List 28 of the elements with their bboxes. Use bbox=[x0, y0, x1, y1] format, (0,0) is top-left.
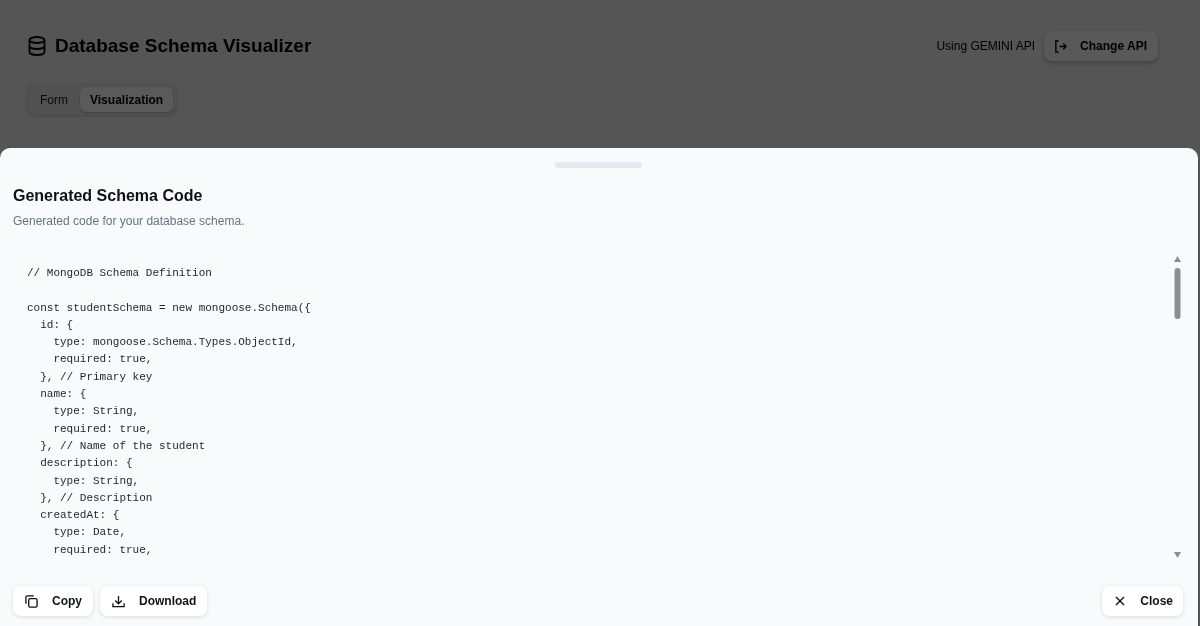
copy-button[interactable]: Copy bbox=[13, 586, 93, 616]
download-icon bbox=[112, 594, 125, 608]
code-line: const studentSchema = new mongoose.Schema({ bbox=[27, 300, 311, 316]
app-title: Database Schema Visualizer bbox=[55, 34, 312, 58]
code-line: required: true, bbox=[52, 421, 153, 437]
code-line: type: String, bbox=[52, 473, 140, 489]
download-button[interactable]: Download bbox=[100, 586, 208, 616]
code-line: required: true, bbox=[52, 352, 153, 368]
close-button[interactable]: Close bbox=[1102, 586, 1183, 616]
code-line: type: String, bbox=[52, 404, 140, 420]
drawer-description: Generated code for your database schema. bbox=[13, 213, 246, 230]
close-icon bbox=[1115, 596, 1126, 606]
code-line: createdAt: { bbox=[39, 508, 120, 524]
code-line: id: { bbox=[39, 317, 74, 333]
code-line: type: Date, bbox=[52, 525, 127, 541]
exit-arrow-icon bbox=[1054, 39, 1068, 53]
code-line: name: { bbox=[39, 387, 87, 403]
code-line: required: true, bbox=[52, 542, 153, 558]
copy-icon bbox=[25, 594, 38, 608]
drawer-title: Generated Schema Code bbox=[13, 186, 204, 206]
code-line: }, // Description bbox=[39, 490, 153, 506]
code-line: type: mongoose.Schema.Types.ObjectId, bbox=[52, 335, 298, 351]
api-status: Using GEMINI API bbox=[936, 39, 1036, 53]
code-line: // MongoDB Schema Definition bbox=[27, 266, 212, 281]
code-line: }, // Name of the student bbox=[39, 438, 206, 454]
database-icon bbox=[28, 36, 46, 56]
code-line: description: { bbox=[39, 456, 133, 472]
code-line: }, // Primary key bbox=[39, 369, 153, 385]
